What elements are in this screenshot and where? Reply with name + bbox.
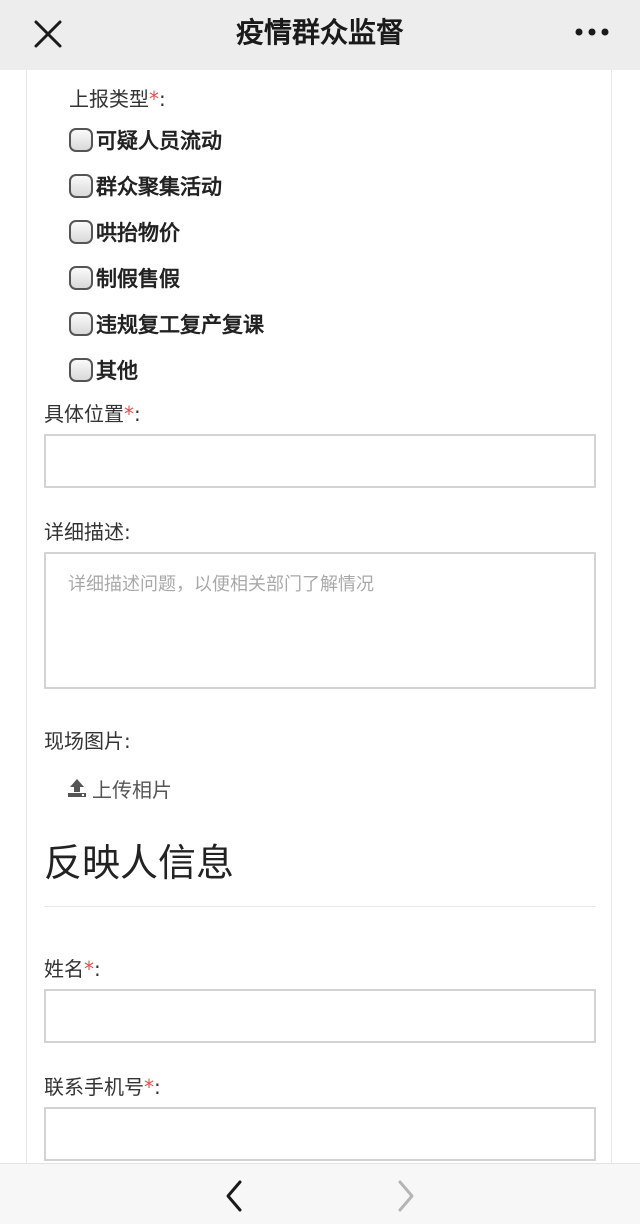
report-type-option[interactable]: 其他 xyxy=(69,355,138,385)
section-title: 反映人信息 xyxy=(44,841,235,885)
checkbox[interactable] xyxy=(69,266,93,290)
description-textarea[interactable]: 详细描述问题，以便相关部门了解情况 xyxy=(44,552,596,689)
top-nav-bar: 疫情群众监督 xyxy=(0,0,640,70)
option-label: 群众聚集活动 xyxy=(96,175,222,199)
report-type-option[interactable]: 违规复工复产复课 xyxy=(69,309,264,339)
section-divider xyxy=(44,906,596,907)
required-mark: * xyxy=(124,402,134,426)
report-type-label: 上报类型*: xyxy=(69,87,166,111)
upload-icon xyxy=(68,779,86,797)
report-type-option[interactable]: 可疑人员流动 xyxy=(69,125,222,155)
more-button[interactable] xyxy=(570,18,614,48)
option-label: 制假售假 xyxy=(96,267,180,291)
upload-photo-button[interactable]: 上传相片 xyxy=(66,773,172,803)
option-label: 其他 xyxy=(96,359,138,383)
bottom-nav-bar xyxy=(0,1163,640,1224)
report-type-option[interactable]: 哄抬物价 xyxy=(69,217,180,247)
forward-button[interactable] xyxy=(386,1174,426,1218)
photos-label: 现场图片: xyxy=(44,729,131,753)
close-button[interactable] xyxy=(26,14,70,58)
back-button[interactable] xyxy=(214,1174,254,1218)
description-placeholder: 详细描述问题，以便相关部门了解情况 xyxy=(68,574,374,595)
checkbox[interactable] xyxy=(69,358,93,382)
report-type-option[interactable]: 制假售假 xyxy=(69,263,180,293)
chevron-right-icon xyxy=(398,1180,414,1212)
page-title: 疫情群众监督 xyxy=(235,16,404,49)
page: 疫情群众监督 上报类型*: 可疑人员流动 群众聚集活动 哄抬物价 制假售假 违规… xyxy=(0,0,640,1224)
location-label: 具体位置*: xyxy=(44,402,141,426)
required-mark: * xyxy=(149,87,159,111)
option-label: 哄抬物价 xyxy=(96,221,180,245)
phone-input[interactable] xyxy=(44,1107,596,1161)
upload-label: 上传相片 xyxy=(92,777,172,802)
more-dots-icon xyxy=(575,28,609,36)
close-icon xyxy=(34,20,62,48)
required-mark: * xyxy=(144,1075,154,1099)
location-input[interactable] xyxy=(44,434,596,488)
report-type-option[interactable]: 群众聚集活动 xyxy=(69,171,222,201)
chevron-left-icon xyxy=(226,1180,242,1212)
option-label: 违规复工复产复课 xyxy=(96,313,264,337)
required-mark: * xyxy=(84,957,94,981)
name-label: 姓名*: xyxy=(44,957,101,981)
checkbox[interactable] xyxy=(69,220,93,244)
checkbox[interactable] xyxy=(69,174,93,198)
option-label: 可疑人员流动 xyxy=(96,129,222,153)
name-input[interactable] xyxy=(44,989,596,1043)
checkbox[interactable] xyxy=(69,128,93,152)
description-label: 详细描述: xyxy=(44,520,131,544)
phone-label: 联系手机号*: xyxy=(44,1075,161,1099)
checkbox[interactable] xyxy=(69,312,93,336)
